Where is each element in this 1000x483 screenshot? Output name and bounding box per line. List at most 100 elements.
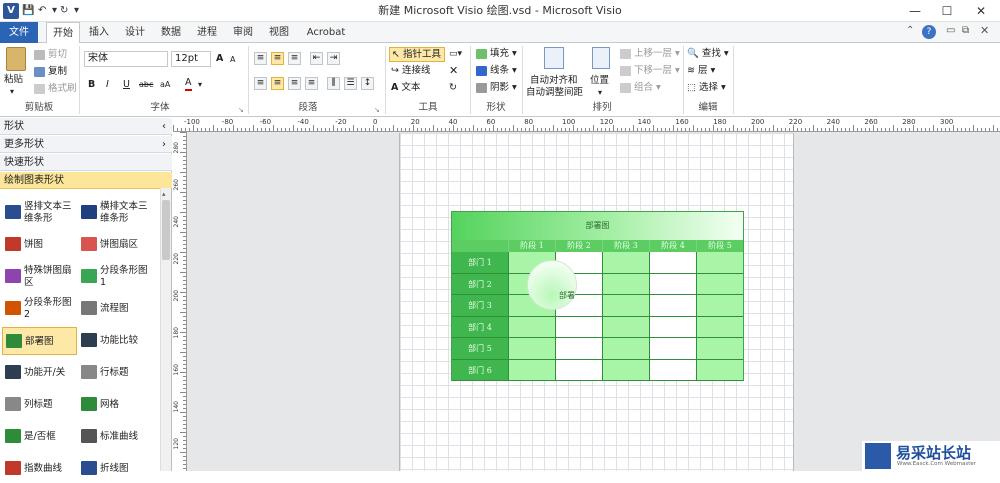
paragraph-dialog-launcher-icon[interactable]: ↘: [374, 103, 380, 117]
text-tool-button[interactable]: A 文本: [391, 81, 420, 95]
stencil-item[interactable]: 分段条形图 2: [2, 295, 77, 323]
copy-button[interactable]: 复制: [34, 65, 67, 79]
bring-forward-button[interactable]: 上移一层 ▾: [620, 47, 680, 61]
decrease-indent-icon[interactable]: ⇤: [310, 52, 323, 65]
tab-data[interactable]: 数据: [154, 22, 188, 43]
stencil-item[interactable]: 指数曲线: [2, 455, 77, 483]
align-right-icon[interactable]: ≡: [288, 77, 301, 90]
paste-icon[interactable]: [6, 47, 26, 71]
panel-header-chart-shapes[interactable]: 绘制图表形状: [0, 172, 172, 189]
grid-cell[interactable]: [649, 252, 696, 274]
line-spacing-icon[interactable]: ↕: [361, 77, 374, 90]
panel-header-quick-shapes[interactable]: 快速形状: [0, 154, 172, 171]
stencil-item[interactable]: 饼图扇区: [78, 231, 154, 259]
paste-dropdown-icon[interactable]: ▾: [10, 85, 14, 99]
stencil-item[interactable]: 折线图: [78, 455, 154, 483]
grid-cell[interactable]: [696, 338, 743, 360]
font-dialog-launcher-icon[interactable]: ↘: [238, 103, 244, 117]
grid-cell[interactable]: [696, 295, 743, 317]
grid-cell[interactable]: [649, 338, 696, 360]
fill-button[interactable]: 填充 ▾: [476, 47, 517, 61]
send-backward-button[interactable]: 下移一层 ▾: [620, 64, 680, 78]
grid-cell[interactable]: [649, 359, 696, 381]
shadow-button[interactable]: 阴影 ▾: [476, 81, 517, 95]
position-icon[interactable]: [592, 47, 610, 69]
bold-button[interactable]: B: [88, 78, 95, 92]
shrink-font-button[interactable]: A: [230, 53, 235, 67]
grid-cell[interactable]: [508, 359, 555, 381]
tab-design[interactable]: 设计: [118, 22, 152, 43]
align-middle-icon[interactable]: ≡: [271, 52, 284, 65]
grid-cell[interactable]: [602, 316, 649, 338]
minimize-button[interactable]: —: [898, 0, 932, 22]
cut-button[interactable]: 剪切: [34, 48, 67, 62]
grid-cell[interactable]: [649, 295, 696, 317]
grid-cell[interactable]: [696, 359, 743, 381]
help-icon[interactable]: ?: [922, 25, 936, 39]
align-top-icon[interactable]: ≡: [254, 52, 267, 65]
tab-home[interactable]: 开始: [46, 22, 80, 44]
change-case-button[interactable]: aA: [160, 78, 170, 92]
find-button[interactable]: 🔍 查找 ▾: [687, 47, 729, 61]
underline-button[interactable]: U: [123, 78, 130, 92]
font-size-combo[interactable]: 12pt: [171, 51, 211, 67]
stencil-item[interactable]: 是/否框: [2, 423, 77, 451]
close-button[interactable]: ✕: [964, 0, 998, 22]
select-button[interactable]: ⬚ 选择 ▾: [687, 81, 726, 95]
scroll-up-icon[interactable]: ▴: [162, 190, 166, 198]
connector-button[interactable]: ↪ 连接线: [391, 64, 431, 78]
stencil-item[interactable]: 功能开/关: [2, 359, 77, 387]
justify-icon[interactable]: ≡: [305, 77, 318, 90]
auto-align-label-2[interactable]: 自动调整间距: [526, 86, 583, 100]
close-tool-icon[interactable]: ✕: [449, 64, 458, 78]
grid-cell[interactable]: [649, 273, 696, 295]
stencil-item[interactable]: 部署图: [2, 327, 77, 355]
vertical-text-icon[interactable]: ⫼: [327, 77, 340, 90]
rotate-tool-icon[interactable]: ↻: [449, 81, 457, 95]
doc-restore-icon[interactable]: ⧉: [962, 25, 969, 36]
italic-button[interactable]: I: [106, 78, 109, 92]
deployment-shape[interactable]: [527, 260, 577, 310]
panel-scrollbar[interactable]: ▴: [160, 188, 171, 471]
grid-cell[interactable]: [602, 252, 649, 274]
stencil-item[interactable]: 行标题: [78, 359, 154, 387]
stencil-item[interactable]: 竖排文本三 维条形: [2, 199, 77, 227]
position-dropdown-icon[interactable]: ▾: [598, 86, 602, 100]
grid-cell[interactable]: [602, 295, 649, 317]
grid-cell[interactable]: [649, 316, 696, 338]
grid-cell[interactable]: [555, 338, 602, 360]
stencil-item[interactable]: 列标题: [2, 391, 77, 419]
increase-indent-icon[interactable]: ⇥: [327, 52, 340, 65]
collapse-panel-icon[interactable]: ‹: [162, 118, 166, 135]
align-center-icon[interactable]: ≡: [271, 77, 284, 90]
panel-header-shapes[interactable]: 形状 ‹: [0, 118, 172, 135]
grid-cell[interactable]: [602, 338, 649, 360]
stencil-item[interactable]: 分段条形图 1: [78, 263, 154, 291]
doc-close-icon[interactable]: ✕: [980, 24, 989, 37]
pointer-tool-button[interactable]: ↖ 指针工具: [389, 47, 445, 62]
font-name-combo[interactable]: 宋体: [84, 51, 168, 67]
strikethrough-button[interactable]: abc: [139, 78, 153, 92]
font-color-dropdown-icon[interactable]: ▾: [198, 78, 202, 92]
stencil-item[interactable]: 流程图: [78, 295, 154, 323]
grid-cell[interactable]: [508, 316, 555, 338]
grid-cell[interactable]: [555, 316, 602, 338]
layer-button[interactable]: ≋ 层 ▾: [687, 64, 715, 78]
rectangle-tool-icon[interactable]: ▭▾: [449, 47, 462, 61]
stencil-item[interactable]: 功能比较: [78, 327, 154, 355]
align-bottom-icon[interactable]: ≡: [288, 52, 301, 65]
tab-process[interactable]: 进程: [190, 22, 224, 43]
format-painter-button[interactable]: 格式刷: [34, 82, 77, 96]
tab-view[interactable]: 视图: [262, 22, 296, 43]
grid-cell[interactable]: [696, 316, 743, 338]
grid-cell[interactable]: [555, 359, 602, 381]
stencil-item[interactable]: 特殊饼图扇区: [2, 263, 77, 291]
scroll-thumb[interactable]: [162, 200, 170, 260]
grid-cell[interactable]: [602, 273, 649, 295]
tab-insert[interactable]: 插入: [82, 22, 116, 43]
tab-file[interactable]: 文件: [0, 22, 38, 43]
grid-cell[interactable]: [508, 338, 555, 360]
grid-cell[interactable]: [602, 359, 649, 381]
maximize-button[interactable]: ☐: [930, 0, 964, 22]
stencil-item[interactable]: 横排文本三 维条形: [78, 199, 154, 227]
